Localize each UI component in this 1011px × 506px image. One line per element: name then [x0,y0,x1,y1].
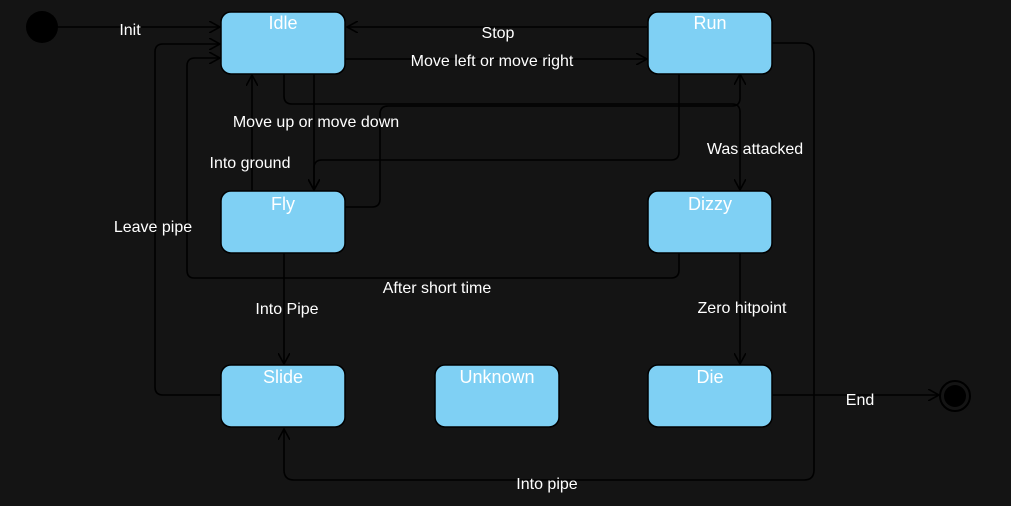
final-state [939,380,971,412]
label-zero-hitpoint: Zero hitpoint [698,300,787,317]
state-fly-label: Fly [271,194,295,214]
state-dizzy-label: Dizzy [688,194,732,214]
state-die-label: Die [696,367,723,387]
label-end: End [846,392,874,409]
edge-fly-to-run [345,74,740,208]
state-slide[interactable]: Slide [220,364,346,428]
state-diagram: Idle Run Fly Dizzy Slide Unknown Die Ini… [26,11,971,493]
state-slide-label: Slide [263,367,303,387]
label-stop: Stop [482,25,515,42]
state-idle[interactable]: Idle [220,11,346,75]
label-was-attacked: Was attacked [707,141,803,158]
label-after-short-time: After short time [383,280,492,297]
state-run-label: Run [693,13,726,33]
label-into-ground: Into ground [210,155,291,172]
label-move-left-right: Move left or move right [411,53,574,70]
label-into-pipe-fly: Into Pipe [255,301,318,318]
initial-state [26,11,58,43]
label-move-up-down: Move up or move down [233,114,399,131]
state-dizzy[interactable]: Dizzy [647,190,773,254]
label-leave-pipe: Leave pipe [114,219,192,236]
state-run[interactable]: Run [647,11,773,75]
label-into-pipe-run: Into pipe [516,476,577,493]
state-idle-label: Idle [268,13,297,33]
state-unknown-label: Unknown [459,367,534,387]
state-die[interactable]: Die [647,364,773,428]
state-fly[interactable]: Fly [220,190,346,254]
label-init: Init [119,22,141,39]
state-unknown[interactable]: Unknown [434,364,560,428]
edge-idle-to-dizzy [283,74,740,190]
edge-run-to-fly [314,74,680,190]
